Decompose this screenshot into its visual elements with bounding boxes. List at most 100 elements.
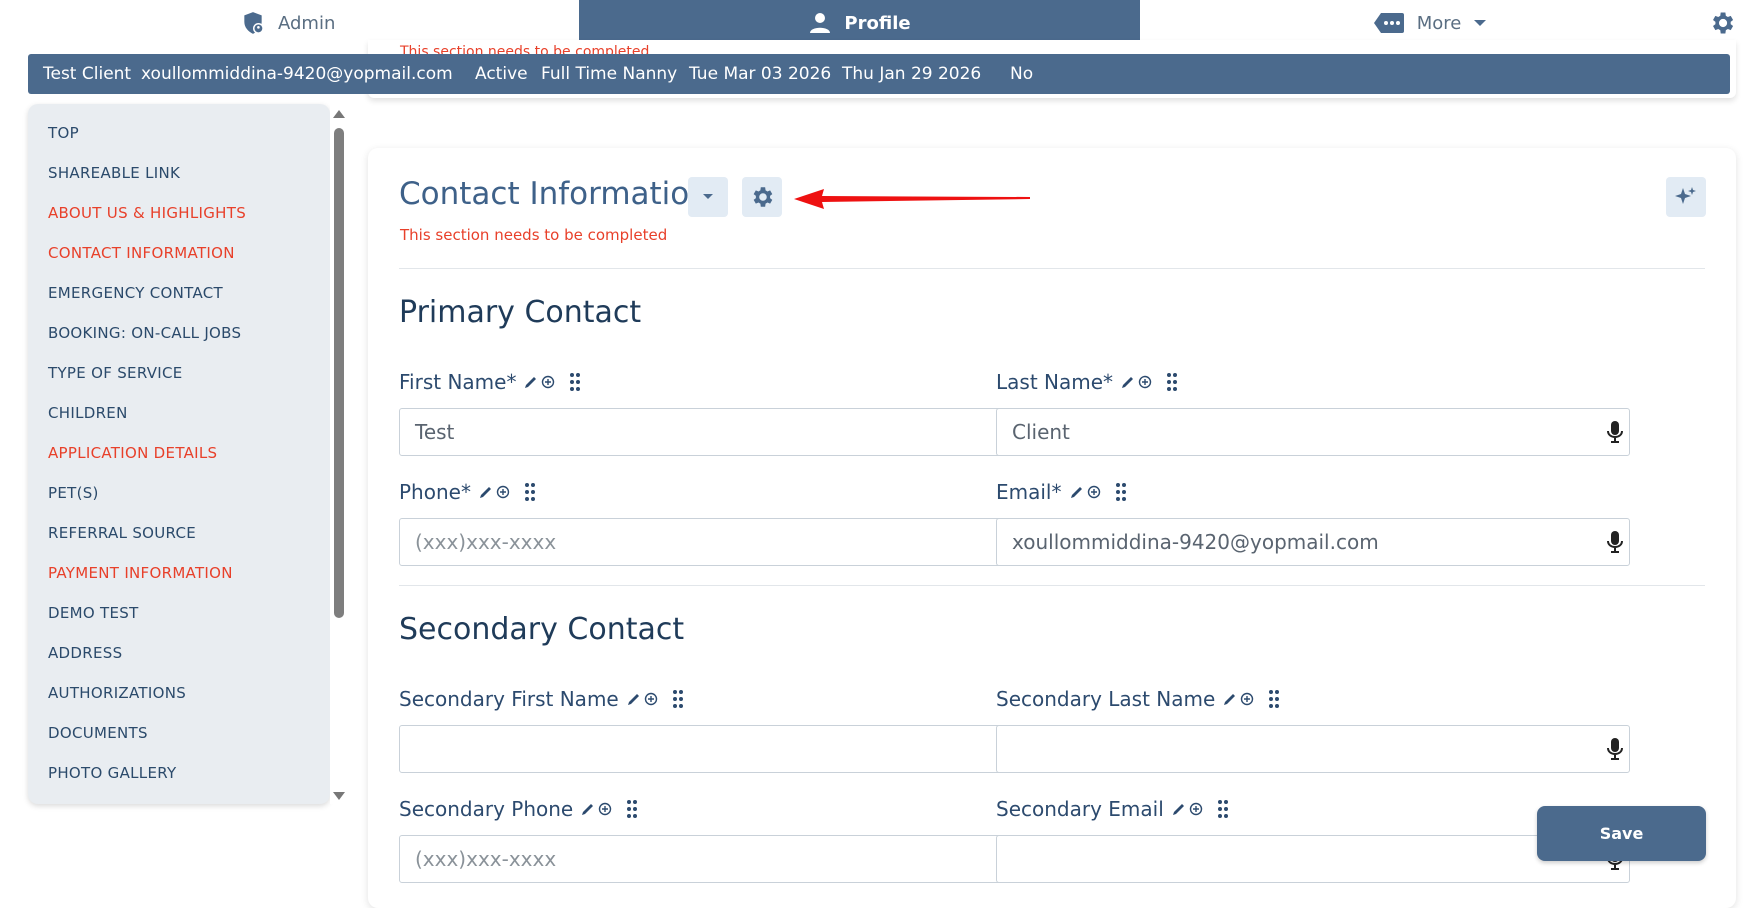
email-input[interactable]: xoullommiddina-9420@yopmail.com	[996, 518, 1630, 566]
phone-placeholder: (xxx)xxx-xxxx	[415, 530, 557, 554]
client-name: Test Client	[43, 64, 132, 84]
sidebar-item-authorizations[interactable]: AUTHORIZATIONS	[48, 684, 186, 702]
last-name-label-text: Last Name*	[996, 370, 1114, 394]
last-name-value: Client	[1012, 420, 1070, 444]
secondary-last-name-label: Secondary Last Name	[996, 687, 1280, 711]
drag-handle-icon[interactable]	[524, 482, 536, 502]
sidebar-scroll-thumb[interactable]	[334, 128, 344, 618]
email-label-text: Email*	[996, 480, 1062, 504]
more-dots-icon	[1373, 13, 1404, 33]
first-name-label: First Name*	[399, 370, 581, 394]
sidebar-item-pets[interactable]: PET(S)	[48, 484, 99, 502]
edit-pencil-icon[interactable]	[524, 375, 538, 389]
edit-pencil-icon[interactable]	[1223, 692, 1237, 706]
last-name-input[interactable]: Client	[996, 408, 1630, 456]
microphone-icon[interactable]	[1606, 530, 1624, 554]
sidebar-item-about-us[interactable]: ABOUT US & HIGHLIGHTS	[48, 204, 246, 222]
phone-label-text: Phone*	[399, 480, 471, 504]
email-label: Email*	[996, 480, 1127, 504]
secondary-phone-label: Secondary Phone	[399, 797, 638, 821]
section-settings-button[interactable]	[742, 177, 782, 217]
secondary-email-label-text: Secondary Email	[996, 797, 1164, 821]
last-name-label: Last Name*	[996, 370, 1178, 394]
edit-pencil-icon[interactable]	[1121, 375, 1135, 389]
shield-user-icon	[244, 12, 264, 34]
sidebar-item-payment-information[interactable]: PAYMENT INFORMATION	[48, 564, 233, 582]
sidebar-item-application-details[interactable]: APPLICATION DETAILS	[48, 444, 217, 462]
sidebar-item-demo-test[interactable]: DEMO TEST	[48, 604, 139, 622]
add-circle-icon[interactable]	[541, 375, 555, 389]
first-name-label-text: First Name*	[399, 370, 517, 394]
microphone-icon[interactable]	[1606, 737, 1624, 761]
sidebar-item-documents[interactable]: DOCUMENTS	[48, 724, 148, 742]
email-value: xoullommiddina-9420@yopmail.com	[1012, 530, 1379, 554]
divider	[399, 268, 1705, 269]
client-email: xoullommiddina-9420@yopmail.com	[141, 64, 453, 84]
sidebar-item-address[interactable]: ADDRESS	[48, 644, 122, 662]
microphone-icon[interactable]	[1606, 420, 1624, 444]
secondary-email-input[interactable]	[996, 835, 1630, 883]
primary-contact-heading: Primary Contact	[399, 295, 642, 330]
secondary-phone-placeholder: (xxx)xxx-xxxx	[415, 847, 557, 871]
drag-handle-icon[interactable]	[672, 689, 684, 709]
first-name-input[interactable]: Test	[399, 408, 1033, 456]
client-date-start: Tue Mar 03 2026	[689, 64, 832, 84]
sidebar-item-children[interactable]: CHILDREN	[48, 404, 128, 422]
ai-assist-button[interactable]	[1666, 177, 1706, 217]
secondary-last-name-input[interactable]	[996, 725, 1630, 773]
sidebar-item-top[interactable]: TOP	[48, 124, 79, 142]
secondary-phone-input[interactable]: (xxx)xxx-xxxx	[399, 835, 1033, 883]
edit-pencil-icon[interactable]	[627, 692, 641, 706]
client-flag: No	[1010, 64, 1034, 84]
edit-pencil-icon[interactable]	[581, 802, 595, 816]
nav-more-label: More	[1416, 12, 1462, 34]
sidebar-item-emergency-contact[interactable]: EMERGENCY CONTACT	[48, 284, 223, 302]
scroll-up-icon[interactable]	[333, 110, 345, 118]
add-circle-icon[interactable]	[644, 692, 658, 706]
sidebar-item-contact-information[interactable]: CONTACT INFORMATION	[48, 244, 235, 262]
chevron-down-icon	[1474, 20, 1487, 26]
scroll-down-icon[interactable]	[333, 792, 345, 800]
secondary-first-name-input[interactable]	[399, 725, 1033, 773]
add-circle-icon[interactable]	[1240, 692, 1254, 706]
first-name-value: Test	[415, 420, 455, 444]
drag-handle-icon[interactable]	[626, 799, 638, 819]
sidebar-item-photo-gallery[interactable]: PHOTO GALLERY	[48, 764, 176, 782]
drag-handle-icon[interactable]	[1115, 482, 1127, 502]
add-circle-icon[interactable]	[1138, 375, 1152, 389]
drag-handle-icon[interactable]	[1217, 799, 1229, 819]
add-circle-icon[interactable]	[496, 485, 510, 499]
secondary-email-label: Secondary Email	[996, 797, 1229, 821]
drag-handle-icon[interactable]	[1268, 689, 1280, 709]
edit-pencil-icon[interactable]	[1070, 485, 1084, 499]
sidebar-item-booking[interactable]: BOOKING: ON-CALL JOBS	[48, 324, 241, 342]
add-circle-icon[interactable]	[1087, 485, 1101, 499]
chevron-down-icon	[703, 194, 713, 199]
nav-profile-label: Profile	[844, 12, 911, 34]
secondary-phone-label-text: Secondary Phone	[399, 797, 574, 821]
gear-icon[interactable]	[1708, 9, 1736, 37]
section-sidebar: TOP SHAREABLE LINK ABOUT US & HIGHLIGHTS…	[28, 104, 330, 804]
drag-handle-icon[interactable]	[1166, 372, 1178, 392]
contact-information-card: Contact Information This section needs t…	[368, 148, 1736, 908]
sparkle-icon	[1675, 187, 1696, 204]
client-date-created: Thu Jan 29 2026	[842, 64, 982, 84]
nav-admin-label: Admin	[278, 12, 336, 34]
add-circle-icon[interactable]	[1189, 802, 1203, 816]
edit-pencil-icon[interactable]	[479, 485, 493, 499]
secondary-last-name-label-text: Secondary Last Name	[996, 687, 1216, 711]
secondary-first-name-label: Secondary First Name	[399, 687, 684, 711]
drag-handle-icon[interactable]	[569, 372, 581, 392]
save-button[interactable]: Save	[1537, 806, 1706, 861]
phone-input[interactable]: (xxx)xxx-xxxx	[399, 518, 1033, 566]
edit-pencil-icon[interactable]	[1172, 802, 1186, 816]
sidebar-item-shareable-link[interactable]: SHAREABLE LINK	[48, 164, 180, 182]
sidebar-item-referral-source[interactable]: REFERRAL SOURCE	[48, 524, 196, 542]
annotation-arrow-icon	[794, 189, 1030, 209]
collapse-section-button[interactable]	[688, 177, 728, 217]
section-title: Contact Information	[399, 176, 709, 212]
secondary-contact-heading: Secondary Contact	[399, 612, 685, 647]
add-circle-icon[interactable]	[598, 802, 612, 816]
sidebar-item-type-of-service[interactable]: TYPE OF SERVICE	[48, 364, 183, 382]
user-icon	[810, 13, 831, 33]
